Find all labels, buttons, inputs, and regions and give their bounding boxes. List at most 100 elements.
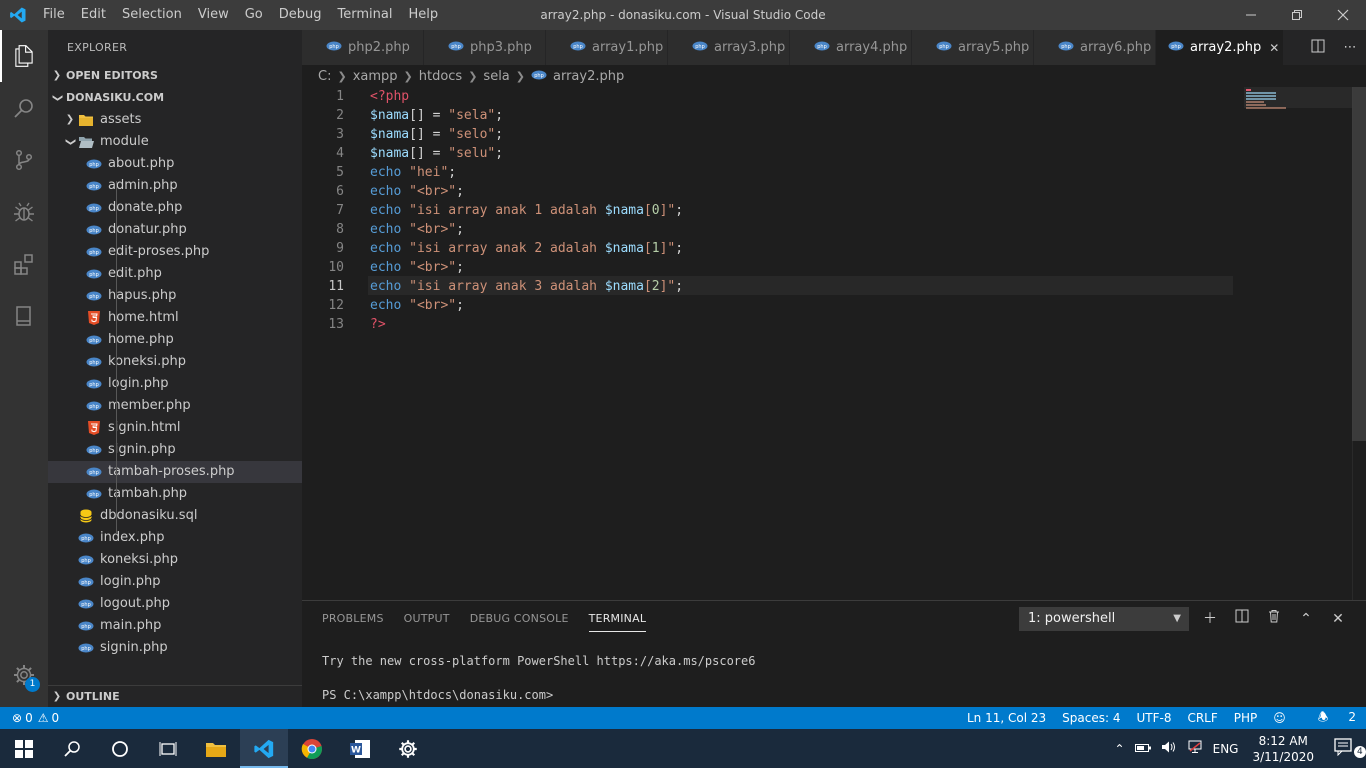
file-item[interactable]: php signin.php [48,439,302,461]
task-view-button[interactable] [144,729,192,768]
line-ending[interactable]: CRLF [1187,711,1217,725]
folder-item[interactable]: ❯ assets [48,109,302,131]
file-item[interactable]: home.html [48,307,302,329]
breadcrumb-item[interactable]: array2.php [553,69,624,84]
file-item[interactable]: php donate.php [48,197,302,219]
remote-activity[interactable] [0,290,48,342]
source-control-activity[interactable] [0,134,48,186]
outline-section[interactable]: ❯ OUTLINE [48,685,302,707]
scrollbar-thumb[interactable] [1352,87,1366,441]
word-app[interactable]: W [336,729,384,768]
menu-selection[interactable]: Selection [114,0,190,30]
vscode-app[interactable] [240,729,288,768]
file-item[interactable]: php edit.php [48,263,302,285]
breadcrumb-item[interactable]: sela [483,69,509,84]
file-item[interactable]: php home.php [48,329,302,351]
menu-go[interactable]: Go [237,0,271,30]
maximize-panel-button[interactable]: ⌃ [1290,607,1322,631]
battery-icon[interactable] [1134,742,1151,756]
indentation[interactable]: Spaces: 4 [1062,711,1120,725]
notifications-button[interactable]: 🕭 2 [1302,708,1356,729]
kill-terminal-button[interactable] [1258,607,1290,631]
tab-file[interactable]: php array6.php [1034,30,1156,65]
tab-output[interactable]: OUTPUT [404,601,450,637]
file-item[interactable]: php tambah.php [48,483,302,505]
terminal-select[interactable]: 1: powershell ▼ [1019,607,1189,631]
file-item[interactable]: php koneksi.php [48,351,302,373]
cortana-button[interactable] [96,729,144,768]
search-button[interactable] [48,729,96,768]
more-actions-button[interactable]: ⋯ [1334,40,1366,55]
file-item[interactable]: php main.php [48,615,302,637]
network-icon[interactable] [1187,740,1203,757]
new-terminal-button[interactable]: ＋ [1194,607,1226,631]
minimize-button[interactable] [1228,0,1274,30]
clock[interactable]: 8:12 AM 3/11/2020 [1252,733,1314,765]
tab-problems[interactable]: PROBLEMS [322,601,384,637]
tab-file[interactable]: php array3.php [668,30,790,65]
file-item[interactable]: php about.php [48,153,302,175]
file-explorer-app[interactable] [192,729,240,768]
chrome-app[interactable] [288,729,336,768]
file-item[interactable]: signin.html [48,417,302,439]
breadcrumb-item[interactable]: xampp [353,69,398,84]
menu-edit[interactable]: Edit [73,0,114,30]
tab-file[interactable]: php array4.php [790,30,912,65]
file-item[interactable]: php login.php [48,571,302,593]
extensions-activity[interactable] [0,238,48,290]
start-button[interactable] [0,729,48,768]
debug-activity[interactable] [0,186,48,238]
menu-terminal[interactable]: Terminal [330,0,401,30]
file-item[interactable]: php hapus.php [48,285,302,307]
close-panel-button[interactable]: ✕ [1322,607,1354,631]
close-tab-icon[interactable]: ✕ [1269,41,1279,55]
menu-view[interactable]: View [190,0,237,30]
close-window-button[interactable] [1320,0,1366,30]
tab-file[interactable]: php php2.php [302,30,424,65]
project-section[interactable]: ❯ DONASIKU.COM [48,87,302,109]
tab-file[interactable]: php array1.php [546,30,668,65]
chevron-up-icon[interactable]: ⌃ [1115,742,1125,756]
menu-debug[interactable]: Debug [271,0,330,30]
manage-button[interactable]: 1 [0,655,48,695]
tab-file[interactable]: php array2.php ✕ [1156,30,1284,65]
menu-file[interactable]: File [35,0,73,30]
file-item[interactable]: php donatur.php [48,219,302,241]
file-item[interactable]: php admin.php [48,175,302,197]
cursor-position[interactable]: Ln 11, Col 23 [967,711,1046,725]
volume-icon[interactable] [1161,740,1177,757]
tab-debug-console[interactable]: DEBUG CONSOLE [470,601,569,637]
feedback-icon[interactable]: ☺ [1273,711,1286,725]
search-activity[interactable] [0,82,48,134]
breadcrumb-item[interactable]: C: [318,69,331,84]
action-center-button[interactable]: 4 [1334,738,1366,759]
editor-scrollbar[interactable] [1352,87,1366,600]
menu-help[interactable]: Help [400,0,446,30]
tab-file[interactable]: php php3.php [424,30,546,65]
split-editor-button[interactable] [1302,39,1334,57]
file-item[interactable]: php logout.php [48,593,302,615]
file-item[interactable]: php edit-proses.php [48,241,302,263]
file-item[interactable]: php login.php [48,373,302,395]
encoding[interactable]: UTF-8 [1136,711,1171,725]
tab-file[interactable]: php array5.php [912,30,1034,65]
file-item[interactable]: php member.php [48,395,302,417]
file-item[interactable]: dbdonasiku.sql [48,505,302,527]
settings-app[interactable] [384,729,432,768]
tab-terminal[interactable]: TERMINAL [588,606,647,632]
language-mode[interactable]: PHP [1234,711,1258,725]
file-item[interactable]: php tambah-proses.php [48,461,302,483]
file-item[interactable]: php signin.php [48,637,302,659]
terminal-prompt[interactable]: PS C:\xampp\htdocs\donasiku.com> [322,688,553,702]
explorer-activity[interactable] [0,30,48,82]
minimap[interactable] [1244,87,1354,600]
folder-item[interactable]: ❯ module [48,131,302,153]
open-editors-section[interactable]: ❯ OPEN EDITORS [48,65,302,87]
problems-indicator[interactable]: ⊗ 0 ⚠ 0 [0,711,59,725]
split-terminal-button[interactable] [1226,607,1258,631]
file-item[interactable]: php index.php [48,527,302,549]
restore-button[interactable] [1274,0,1320,30]
code-editor[interactable]: 1 <?php 2 $nama[] = "sela"; 3 $nama[] = "selo… [302,87,1366,600]
language-indicator[interactable]: ENG [1213,742,1239,756]
breadcrumb-item[interactable]: htdocs [419,69,462,84]
